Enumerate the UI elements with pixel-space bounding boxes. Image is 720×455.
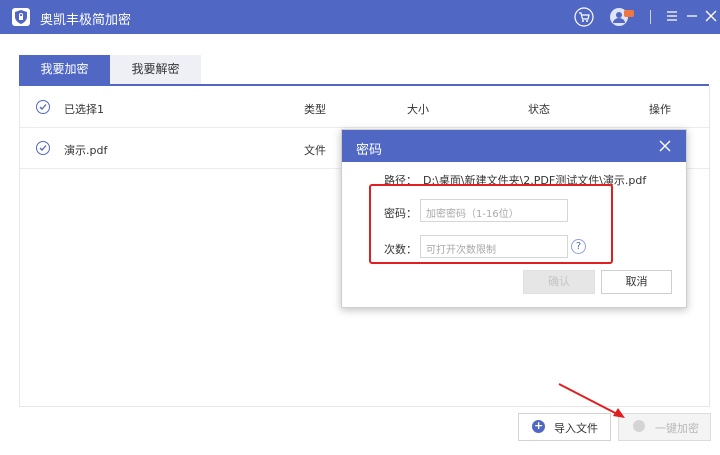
tab-encrypt[interactable]: 我要加密 — [19, 55, 110, 84]
file-name: 演示.pdf — [64, 144, 108, 157]
tab-decrypt[interactable]: 我要解密 — [110, 55, 201, 84]
dialog-close-icon[interactable] — [658, 139, 672, 153]
file-type: 文件 — [304, 144, 326, 157]
column-type: 类型 — [304, 103, 326, 116]
minimize-icon[interactable] — [684, 8, 700, 24]
confirm-button[interactable]: 确认 — [523, 270, 595, 294]
dialog-title: 密码 — [356, 143, 383, 158]
column-selected: 已选择1 — [64, 103, 104, 116]
annotation-arrow — [558, 383, 625, 418]
column-size: 大小 — [407, 103, 429, 116]
titlebar-divider — [650, 10, 651, 24]
cancel-button[interactable]: 取消 — [601, 270, 672, 294]
close-icon[interactable] — [703, 8, 719, 24]
app-title: 奥凯丰极简加密 — [40, 13, 132, 28]
menu-icon[interactable] — [664, 8, 680, 24]
cart-icon[interactable] — [574, 7, 594, 27]
column-action: 操作 — [649, 103, 671, 116]
table-header: 已选择1 类型 大小 状态 操作 — [20, 86, 709, 128]
lock-shield-icon — [12, 8, 30, 26]
highlight-box — [369, 184, 613, 264]
dialog-header: 密码 — [342, 130, 686, 162]
user-avatar-icon[interactable] — [609, 7, 635, 27]
title-bar: 奥凯丰极简加密 — [0, 0, 720, 34]
column-status: 状态 — [528, 103, 550, 116]
plus-icon: + — [532, 419, 545, 433]
select-all-checkbox[interactable] — [36, 100, 50, 114]
row-checkbox[interactable] — [36, 141, 50, 155]
one-key-encrypt-label: 一键加密 — [655, 422, 699, 435]
